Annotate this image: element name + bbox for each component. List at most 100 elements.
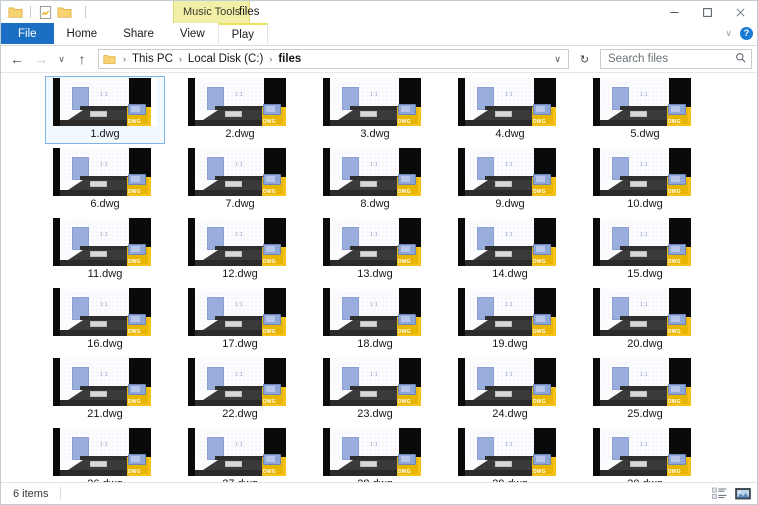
file-item[interactable]: - - - - - 1:1 DWG 25.dwg bbox=[585, 356, 705, 424]
dwg-badge-label: DWG bbox=[263, 119, 276, 125]
file-item[interactable]: - - - - - 1:1 DWG 19.dwg bbox=[450, 286, 570, 354]
dwg-badge-window bbox=[266, 106, 275, 112]
back-button[interactable]: ← bbox=[6, 48, 28, 70]
details-view-button[interactable] bbox=[712, 487, 728, 502]
file-item[interactable]: - - - - - 1:1 DWG 24.dwg bbox=[450, 356, 570, 424]
file-thumbnail: - - - - - 1:1 DWG bbox=[323, 428, 427, 476]
file-item[interactable]: - - - - - 1:1 DWG 21.dwg bbox=[45, 356, 165, 424]
chevron-down-icon[interactable]: ∨ bbox=[725, 28, 732, 39]
qat-divider bbox=[30, 6, 31, 18]
file-item[interactable]: - - - - -1:1DWG28.dwg bbox=[315, 426, 435, 482]
tab-home[interactable]: Home bbox=[54, 23, 111, 44]
breadcrumb-item-files[interactable]: files bbox=[276, 53, 303, 65]
file-item[interactable]: - - - - - 1:1 DWG 7.dwg bbox=[180, 146, 300, 214]
file-item[interactable]: - - - - - 1:1 DWG 2.dwg bbox=[180, 76, 300, 144]
file-item[interactable]: - - - - - 1:1 DWG 20.dwg bbox=[585, 286, 705, 354]
close-button[interactable] bbox=[724, 1, 757, 23]
large-icons-view-button[interactable] bbox=[735, 487, 751, 502]
file-item-label: 7.dwg bbox=[225, 198, 255, 210]
tab-view[interactable]: View bbox=[167, 23, 218, 44]
file-item[interactable]: - - - - - 1:1 DWG 8.dwg bbox=[315, 146, 435, 214]
thumbnail-left-bar bbox=[458, 428, 465, 476]
breadcrumb-item-local-disk[interactable]: Local Disk (C:) bbox=[186, 53, 265, 65]
dwg-file-badge-icon: DWG bbox=[127, 314, 150, 335]
thumbnail-watermark: 1:1 bbox=[505, 92, 514, 98]
thumbnail-left-bar bbox=[188, 428, 195, 476]
file-item[interactable]: - - - - - 1:1 DWG 10.dwg bbox=[585, 146, 705, 214]
file-item-label: 14.dwg bbox=[492, 268, 528, 280]
thumbnail-micro-text: - - - - - bbox=[210, 80, 223, 84]
thumbnail-right-bar bbox=[286, 358, 292, 406]
dwg-badge-window bbox=[131, 456, 140, 462]
minimize-button[interactable] bbox=[658, 1, 691, 23]
search-placeholder: Search files bbox=[608, 53, 669, 65]
file-thumbnail: - - - - - 1:1 DWG bbox=[593, 428, 697, 476]
file-item[interactable]: - - - - - 1:1 DWG 13.dwg bbox=[315, 216, 435, 284]
file-item[interactable]: - - - - - 1:1 DWG 1.dwg bbox=[45, 76, 165, 144]
file-item[interactable]: - - - - - 1:1 DWG 14.dwg bbox=[450, 216, 570, 284]
file-item[interactable]: - - - - - 1:1 DWG 16.dwg bbox=[45, 286, 165, 354]
file-item[interactable]: - - - - - 1:1 DWG 9.dwg bbox=[450, 146, 570, 214]
thumbnail-white-block bbox=[225, 391, 242, 397]
thumbnail-micro-text: - - - - - bbox=[480, 220, 493, 224]
file-item[interactable]: - - - - - 1:1 DWG 23.dwg bbox=[315, 356, 435, 424]
breadcrumb-dropdown-icon[interactable]: ∨ bbox=[551, 54, 564, 65]
file-item[interactable]: - - - - -1:1DWG27.dwg bbox=[180, 426, 300, 482]
dwg-badge-window bbox=[266, 456, 275, 462]
dwg-badge-window bbox=[536, 386, 545, 392]
thumbnail-white-block bbox=[90, 321, 107, 327]
tab-share[interactable]: Share bbox=[110, 23, 167, 44]
thumbnail-white-block bbox=[630, 461, 647, 467]
file-item[interactable]: - - - - - 1:1 DWG 17.dwg bbox=[180, 286, 300, 354]
thumbnail-left-bar bbox=[458, 288, 465, 336]
thumbnail-watermark: 1:1 bbox=[235, 372, 244, 378]
breadcrumb-item-this-pc[interactable]: This PC bbox=[130, 53, 175, 65]
help-icon[interactable]: ? bbox=[740, 27, 753, 40]
properties-icon[interactable] bbox=[38, 5, 53, 20]
thumbnail-left-bar bbox=[593, 358, 600, 406]
tab-play-label: Play bbox=[231, 28, 254, 41]
dwg-badge-label: DWG bbox=[263, 469, 276, 475]
search-input[interactable]: Search files bbox=[600, 49, 752, 69]
thumbnail-white-block bbox=[630, 321, 647, 327]
dwg-badge-window bbox=[401, 106, 410, 112]
forward-button[interactable]: → bbox=[30, 48, 52, 70]
dwg-file-badge-icon: DWG bbox=[532, 244, 555, 265]
thumbnail-watermark: 1:1 bbox=[505, 302, 514, 308]
file-item[interactable]: - - - - -1:1DWG29.dwg bbox=[450, 426, 570, 482]
breadcrumb[interactable]: › This PC › Local Disk (C:) › files ∨ bbox=[98, 49, 569, 69]
folder-icon[interactable] bbox=[8, 5, 23, 20]
search-icon[interactable] bbox=[735, 52, 747, 67]
file-list-view[interactable]: - - - - - 1:1 DWG 1.dwg - - - - - 1:1 DWG 2.dwg… bbox=[1, 72, 757, 482]
file-item[interactable]: - - - - - 1:1 DWG 4.dwg bbox=[450, 76, 570, 144]
file-item[interactable]: - - - - - 1:1 DWG 15.dwg bbox=[585, 216, 705, 284]
thumbnail-left-bar bbox=[188, 288, 195, 336]
file-item[interactable]: - - - - - 1:1 DWG 18.dwg bbox=[315, 286, 435, 354]
dwg-badge-window bbox=[671, 316, 680, 322]
file-item[interactable]: - - - - - 1:1 DWG 22.dwg bbox=[180, 356, 300, 424]
dwg-badge-window bbox=[671, 386, 680, 392]
dwg-badge-window bbox=[401, 246, 410, 252]
file-item[interactable]: - - - - - 1:1 DWG 3.dwg bbox=[315, 76, 435, 144]
file-item[interactable]: - - - - - 1:1 DWG 6.dwg bbox=[45, 146, 165, 214]
file-item[interactable]: - - - - - 1:1 DWG 12.dwg bbox=[180, 216, 300, 284]
thumbnail-watermark: 1:1 bbox=[100, 162, 109, 168]
new-folder-icon[interactable] bbox=[57, 5, 72, 20]
up-button[interactable]: ↑ bbox=[71, 48, 93, 70]
refresh-button[interactable]: ↻ bbox=[575, 49, 594, 69]
thumbnail-left-bar bbox=[188, 148, 195, 196]
file-thumbnail: - - - - - 1:1 DWG bbox=[323, 288, 427, 336]
thumbnail-micro-text: - - - - - bbox=[75, 430, 88, 434]
file-thumbnail: - - - - - 1:1 DWG bbox=[458, 148, 562, 196]
tab-play[interactable]: Play bbox=[217, 23, 268, 44]
file-item[interactable]: - - - - - 1:1 DWG 5.dwg bbox=[585, 76, 705, 144]
tab-file[interactable]: File bbox=[1, 23, 54, 44]
thumbnail-micro-text: - - - - - bbox=[75, 150, 88, 154]
maximize-button[interactable] bbox=[691, 1, 724, 23]
file-item-label: 9.dwg bbox=[495, 198, 525, 210]
thumbnail-right-bar bbox=[286, 428, 292, 476]
recent-locations-button[interactable]: ∨ bbox=[54, 48, 69, 70]
file-item[interactable]: - - - - - 1:1 DWG 11.dwg bbox=[45, 216, 165, 284]
file-item[interactable]: - - - - -1:1DWG26.dwg bbox=[45, 426, 165, 482]
file-item[interactable]: - - - - -1:1DWG30.dwg bbox=[585, 426, 705, 482]
